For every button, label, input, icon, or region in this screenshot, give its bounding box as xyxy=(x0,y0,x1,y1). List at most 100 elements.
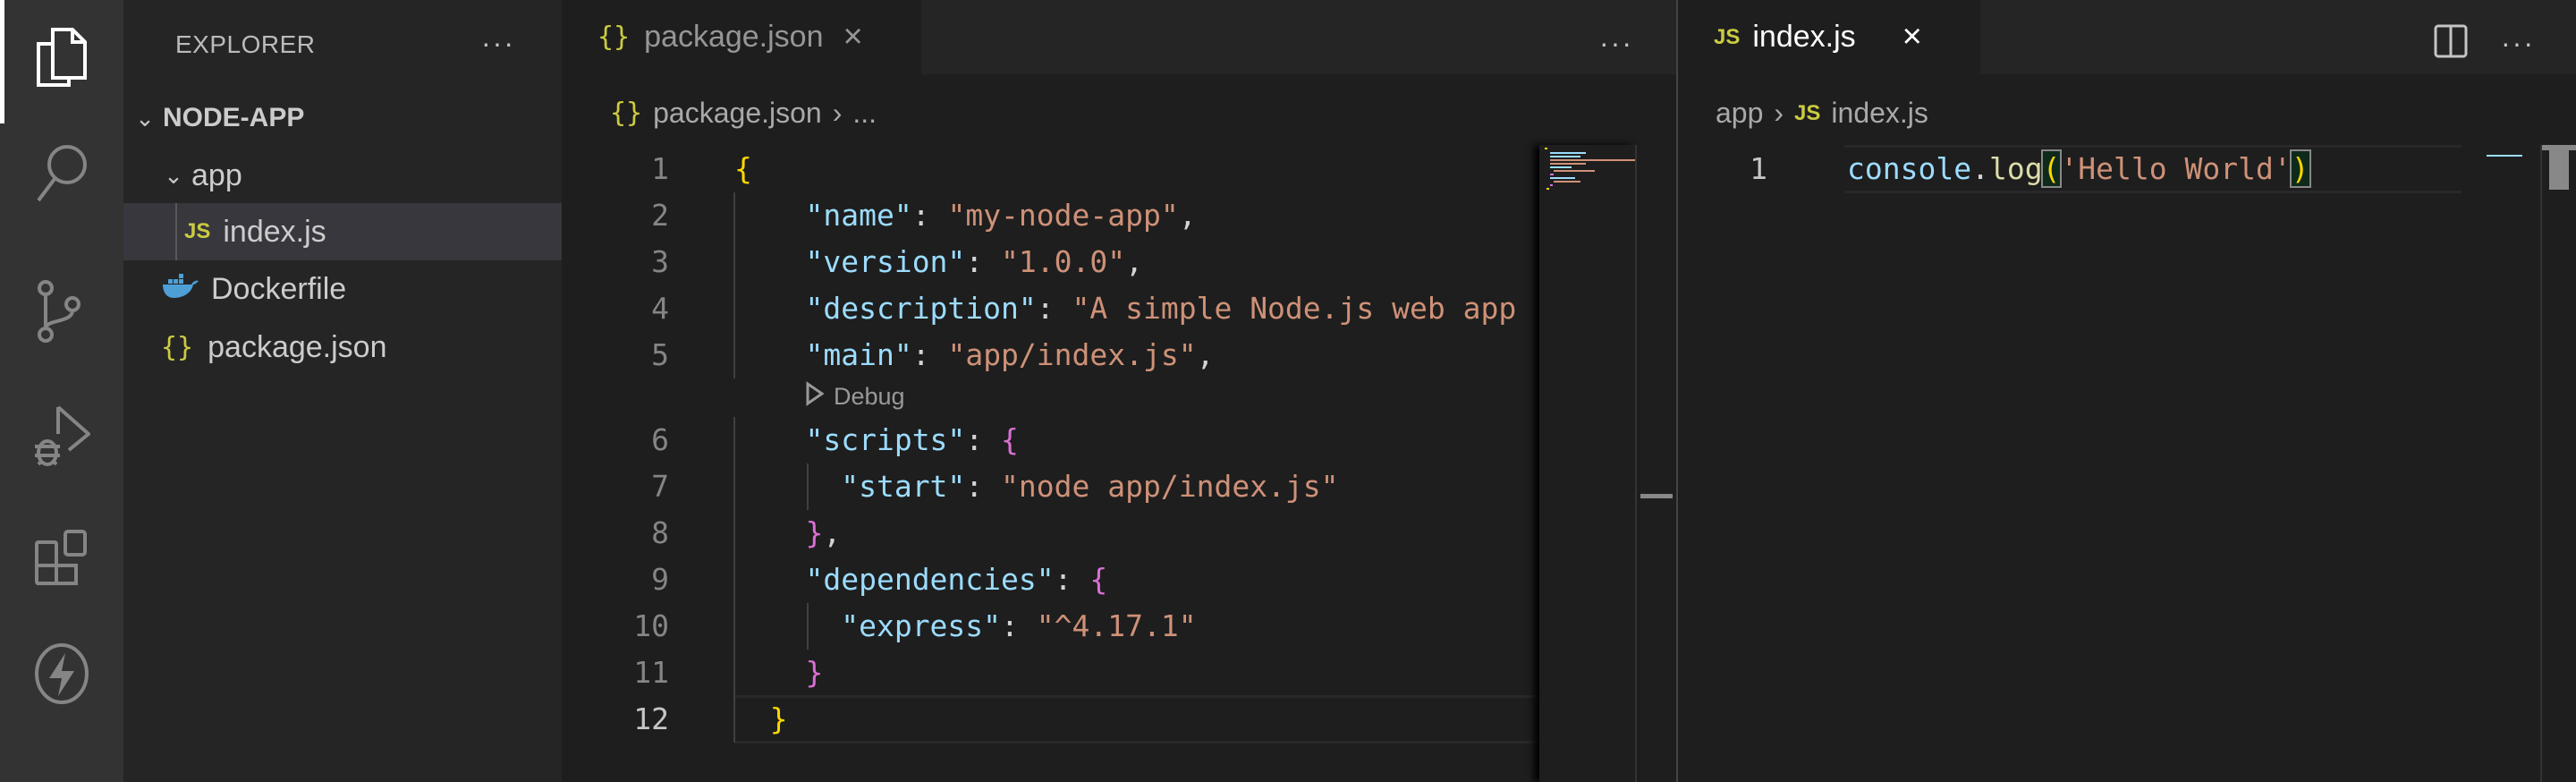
code-token: "scripts" xyxy=(805,422,966,457)
code-line[interactable]: "express": "^4.17.1" xyxy=(734,603,1197,650)
codelens-debug[interactable]: Debug xyxy=(805,381,905,412)
play-icon xyxy=(805,381,825,412)
json-code-editor[interactable]: Debug 1 {2 "name": "my-node-app", 3 "versi… xyxy=(562,0,1539,782)
tree-item-package-json[interactable]: {} package.json xyxy=(123,319,562,376)
code-token: : xyxy=(911,198,948,233)
editor-more-button[interactable]: ··· xyxy=(1599,27,1633,60)
code-token: ) xyxy=(2289,149,2311,188)
chevron-down-icon: ⌄ xyxy=(135,104,155,132)
code-token: : xyxy=(1001,608,1037,643)
code-line[interactable]: console.log('Hello World') xyxy=(1847,146,2311,192)
code-line[interactable]: "dependencies": { xyxy=(734,557,1107,603)
code-line[interactable]: "scripts": { xyxy=(734,417,1019,463)
vertical-scrollbar[interactable] xyxy=(2540,145,2576,782)
docker-icon xyxy=(161,272,199,307)
code-token: "main" xyxy=(805,337,912,372)
code-line[interactable]: } xyxy=(734,650,823,696)
minimap-preview xyxy=(2487,155,2522,157)
codelens-label: Debug xyxy=(834,383,905,410)
source-control-icon[interactable] xyxy=(30,280,93,344)
code-token: } xyxy=(805,655,824,690)
minimap[interactable] xyxy=(1539,145,1635,782)
code-token: . xyxy=(1971,151,1989,186)
extensions-icon[interactable] xyxy=(30,528,93,591)
code-token: "node app/index.js" xyxy=(1001,469,1339,504)
code-token: { xyxy=(1089,562,1108,597)
line-number: 9 xyxy=(651,562,669,597)
sidebar-title: EXPLORER xyxy=(175,30,316,58)
code-token: } xyxy=(805,515,824,550)
code-line[interactable]: }, xyxy=(734,510,841,557)
code-token: console xyxy=(1847,151,1972,186)
json-file-icon: {} xyxy=(161,331,194,363)
code-token: 'Hello World' xyxy=(2060,151,2292,186)
code-token: "name" xyxy=(805,198,912,233)
code-line[interactable]: "description": "A simple Node.js web app xyxy=(734,285,1516,332)
minimap[interactable] xyxy=(2487,147,2526,163)
explorer-sidebar: EXPLORER ··· ⌄ NODE-APP ⌄ app JS index.j… xyxy=(123,0,562,782)
sidebar-more-button[interactable]: ··· xyxy=(481,27,515,60)
code-token: "description" xyxy=(805,291,1037,326)
code-line[interactable]: "start": "node app/index.js" xyxy=(734,463,1339,510)
line-number: 1 xyxy=(651,151,669,186)
code-token: "dependencies" xyxy=(805,562,1055,597)
line-number: 7 xyxy=(651,469,669,504)
chevron-down-icon: ⌄ xyxy=(164,161,183,189)
vertical-scrollbar[interactable] xyxy=(1635,145,1674,782)
search-icon[interactable] xyxy=(30,141,93,204)
editor-more-button[interactable]: ··· xyxy=(2501,27,2535,60)
code-line[interactable]: } xyxy=(734,696,788,743)
code-token: , xyxy=(1178,198,1197,233)
tree-item-label: Dockerfile xyxy=(211,271,347,306)
code-token: "^4.17.1" xyxy=(1036,608,1197,643)
code-token: : xyxy=(1036,291,1072,326)
code-token: log xyxy=(1988,151,2043,186)
code-token: : xyxy=(965,244,1002,279)
line-number: 6 xyxy=(651,422,669,457)
scrollbar-cursor-marker xyxy=(1640,494,1673,498)
code-token: , xyxy=(823,515,842,550)
code-token: : xyxy=(965,469,1002,504)
folder-label: NODE-APP xyxy=(163,103,305,132)
line-number: 10 xyxy=(633,608,669,643)
js-file-icon: JS xyxy=(184,219,211,243)
code-line[interactable]: "name": "my-node-app", xyxy=(734,192,1197,239)
tree-folder-node-app[interactable]: ⌄ NODE-APP xyxy=(123,89,562,147)
code-token: "version" xyxy=(805,244,966,279)
tree-item-app[interactable]: ⌄ app xyxy=(123,147,562,204)
active-indicator xyxy=(0,0,4,123)
scrollbar-thumb[interactable] xyxy=(2549,145,2569,190)
code-token: "express" xyxy=(841,608,1002,643)
tree-item-dockerfile[interactable]: Dockerfile xyxy=(123,260,562,318)
code-line[interactable]: "version": "1.0.0", xyxy=(734,239,1143,285)
line-number: 1 xyxy=(1750,151,1767,186)
line-number: 4 xyxy=(651,291,669,326)
code-token: "1.0.0" xyxy=(1001,244,1126,279)
code-token: { xyxy=(1001,422,1019,457)
tree-item-index-js[interactable]: JS index.js xyxy=(123,203,562,260)
tree-item-label: index.js xyxy=(223,214,326,249)
code-token: : xyxy=(1054,562,1090,597)
explorer-icon[interactable] xyxy=(30,26,93,89)
code-token: : xyxy=(911,337,948,372)
code-line[interactable]: { xyxy=(734,146,752,192)
code-line[interactable]: "main": "app/index.js", xyxy=(734,332,1214,378)
code-token: "A simple Node.js web app xyxy=(1072,291,1517,326)
activity-bar xyxy=(0,0,123,782)
line-number: 12 xyxy=(633,701,669,736)
js-code-editor[interactable]: 1 console.log('Hello World') xyxy=(1678,0,2465,782)
code-token: "start" xyxy=(841,469,966,504)
code-token: , xyxy=(1125,244,1143,279)
run-debug-icon[interactable] xyxy=(30,404,93,467)
lightning-icon[interactable] xyxy=(30,642,93,705)
line-number: 8 xyxy=(651,515,669,550)
code-token: , xyxy=(1196,337,1215,372)
indent-guide xyxy=(175,203,177,260)
line-number: 5 xyxy=(651,337,669,372)
